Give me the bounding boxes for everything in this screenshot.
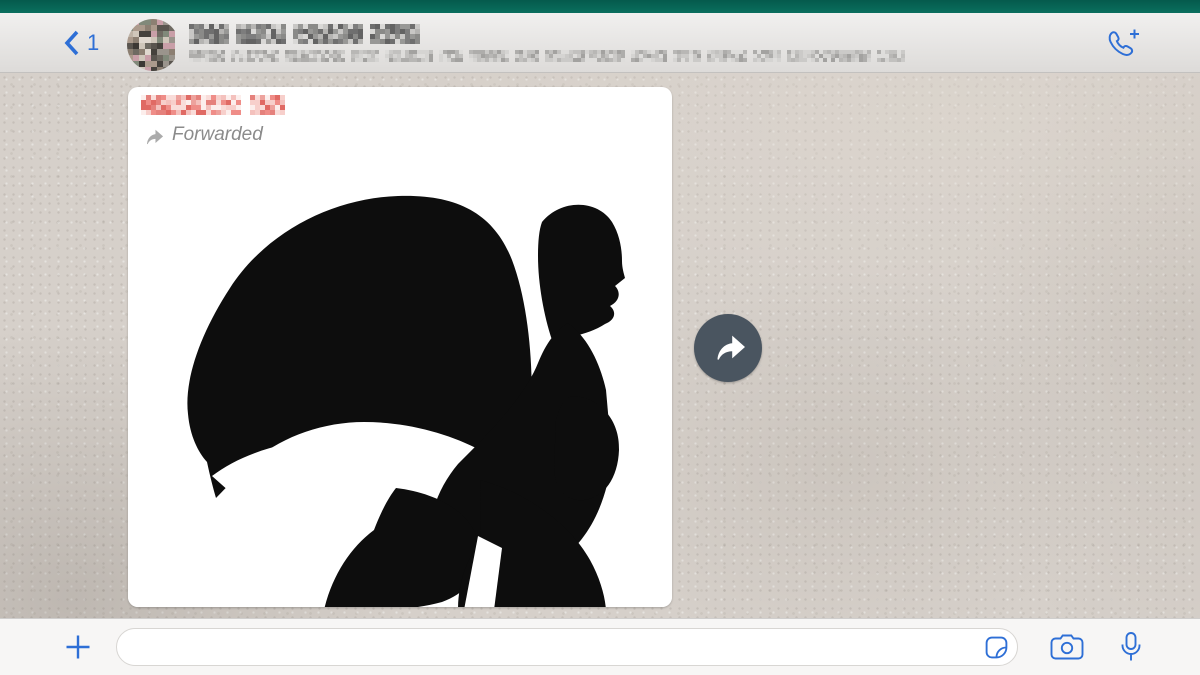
phone-plus-icon bbox=[1102, 27, 1142, 61]
group-members-redacted bbox=[189, 50, 905, 62]
add-call-button[interactable] bbox=[1102, 27, 1142, 66]
camera-icon bbox=[1050, 633, 1084, 661]
whatsapp-chat-screen: 1 Forwarded bbox=[0, 0, 1200, 675]
microphone-icon bbox=[1118, 631, 1144, 663]
sticker-icon bbox=[984, 635, 1009, 660]
chat-area: Forwarded bbox=[0, 73, 1200, 618]
unread-count-badge: 1 bbox=[87, 32, 99, 54]
group-info[interactable] bbox=[189, 24, 905, 62]
forwarded-row: Forwarded bbox=[140, 124, 672, 146]
group-title-redacted bbox=[189, 24, 905, 44]
share-arrow-icon bbox=[708, 328, 748, 368]
forward-button[interactable] bbox=[694, 314, 762, 382]
message-bubble[interactable]: Forwarded bbox=[128, 87, 672, 607]
attach-button[interactable] bbox=[62, 631, 94, 663]
group-avatar[interactable] bbox=[127, 19, 179, 71]
message-image[interactable] bbox=[128, 158, 672, 607]
sender-name-redacted bbox=[128, 87, 672, 115]
sticker-button[interactable] bbox=[984, 635, 1009, 660]
composer-bar bbox=[0, 618, 1200, 675]
back-button[interactable]: 1 bbox=[62, 28, 99, 58]
mic-button[interactable] bbox=[1118, 631, 1144, 663]
status-strip bbox=[0, 0, 1200, 13]
forward-arrow-icon bbox=[140, 125, 164, 145]
camera-button[interactable] bbox=[1050, 633, 1084, 661]
forwarded-label: Forwarded bbox=[172, 124, 263, 146]
chevron-left-icon bbox=[62, 28, 82, 58]
message-input[interactable] bbox=[116, 628, 1018, 666]
chat-header: 1 bbox=[0, 13, 1200, 73]
plus-icon bbox=[62, 631, 94, 663]
